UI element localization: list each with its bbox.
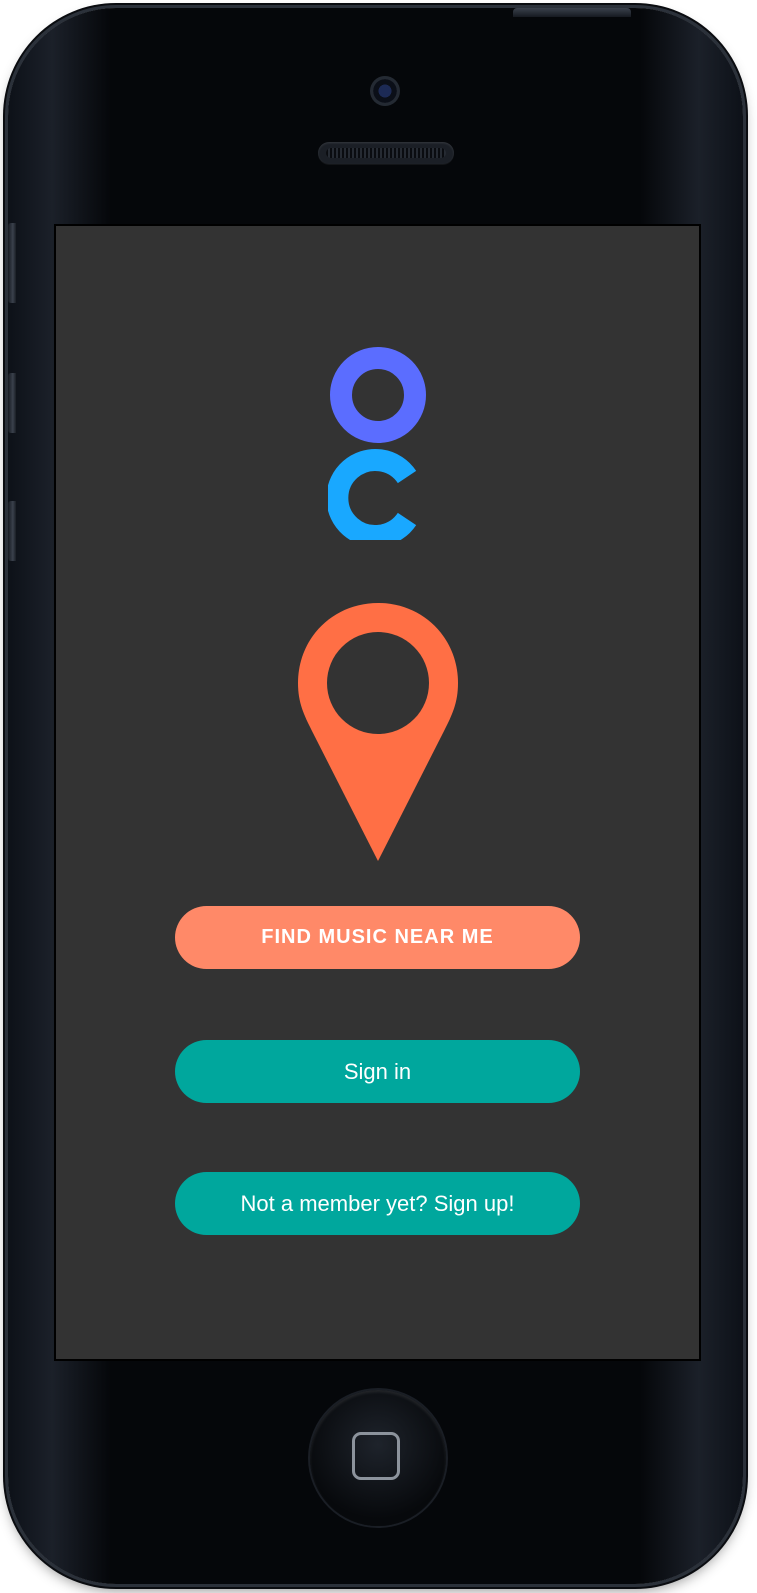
volume-up-button	[8, 373, 16, 433]
sign-up-button[interactable]: Not a member yet? Sign up!	[175, 1172, 580, 1235]
volume-down-button	[8, 501, 16, 561]
mute-switch	[8, 223, 16, 303]
location-pin-icon	[298, 603, 458, 861]
find-music-button[interactable]: FIND MUSIC NEAR ME	[175, 906, 580, 969]
oc-logo-icon	[328, 347, 426, 540]
logo-c-arc	[328, 449, 417, 540]
logo-o-ring	[330, 347, 426, 443]
sign-in-button[interactable]: Sign in	[175, 1040, 580, 1103]
home-square-icon	[352, 1432, 400, 1480]
front-camera	[370, 76, 400, 106]
power-button	[513, 8, 631, 17]
home-button[interactable]	[310, 1390, 446, 1526]
earpiece-speaker	[318, 142, 454, 164]
